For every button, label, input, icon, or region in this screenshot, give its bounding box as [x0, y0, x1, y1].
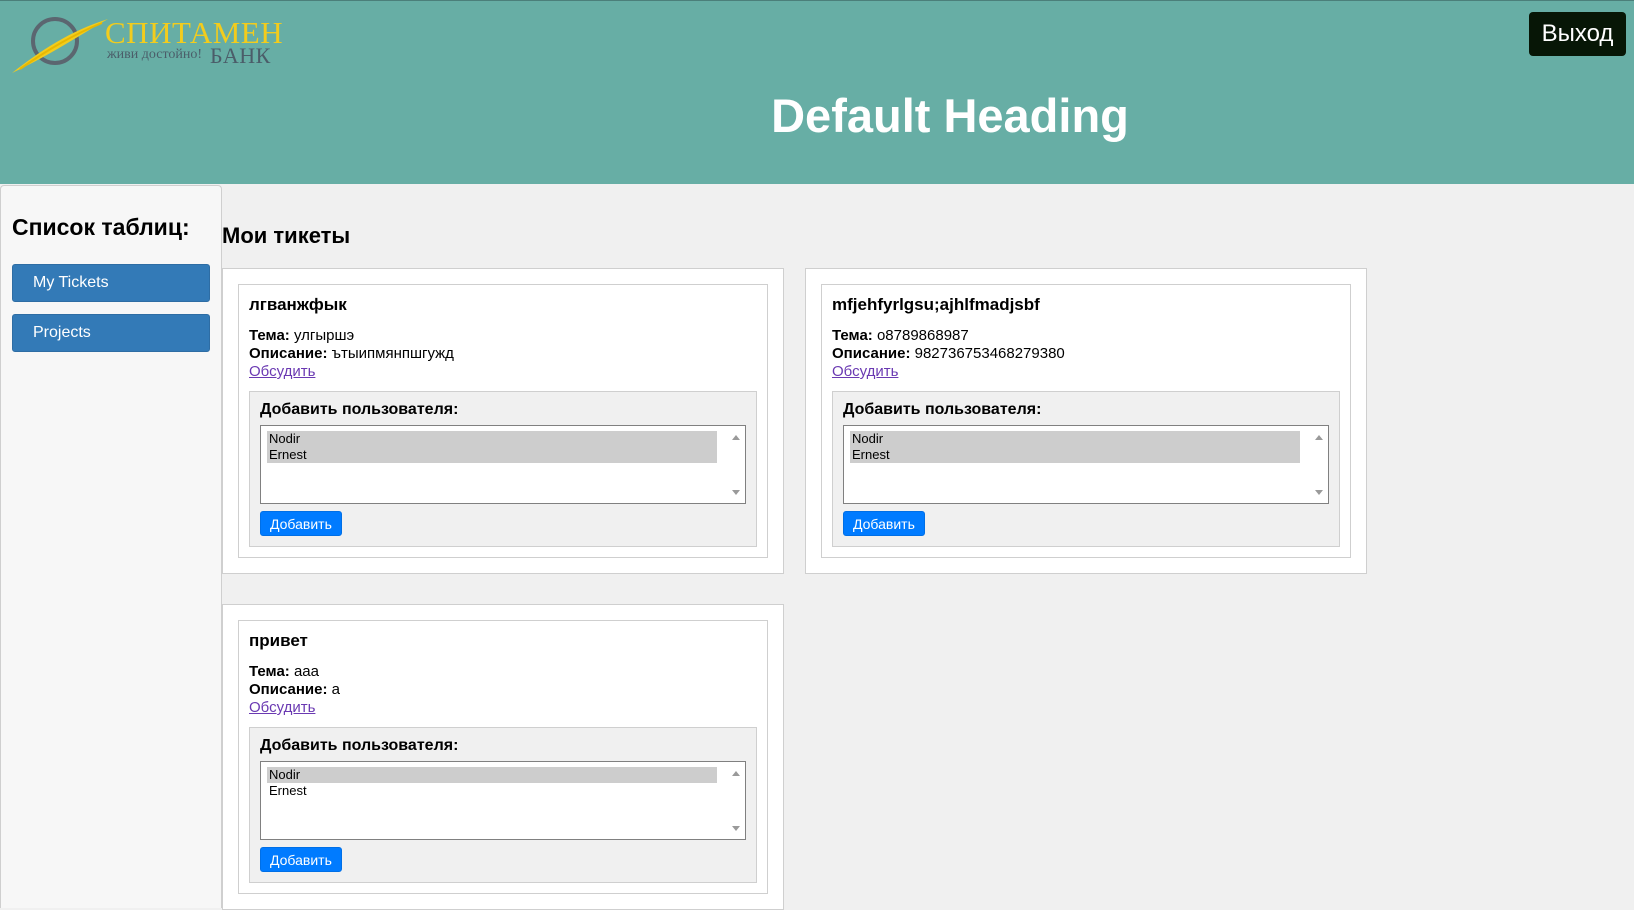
ticket-card: mfjehfyrlgsu;ajhlfmadjsbf Тема: o8789868… [805, 268, 1367, 574]
topic-label: Тема: [249, 663, 290, 680]
add-user-label: Добавить пользователя: [843, 401, 1042, 418]
sidebar-title: Список таблиц: [12, 214, 190, 240]
scroll-down-icon[interactable] [732, 490, 740, 495]
scroll-up-icon[interactable] [1315, 435, 1323, 440]
scroll-up-icon[interactable] [732, 771, 740, 776]
add-user-button[interactable]: Добавить [843, 511, 925, 536]
description-value: 982736753468279380 [914, 345, 1065, 362]
scroll-down-icon[interactable] [1315, 490, 1323, 495]
topic-value: aaa [293, 663, 319, 680]
user-option[interactable]: Nodir [850, 431, 1300, 447]
bank-logo[interactable]: СПИТАМЕН живи достойно! БАНК [10, 11, 283, 75]
topic-value: улгыршэ [293, 327, 355, 344]
ticket-topic: Тема: улгыршэ [249, 327, 757, 345]
discuss-link[interactable]: Обсудить [832, 363, 898, 381]
add-user-form: Добавить пользователя: Nodir Ernest Доба… [832, 391, 1340, 547]
discuss-link[interactable]: Обсудить [249, 363, 315, 381]
add-user-label: Добавить пользователя: [260, 737, 459, 754]
discuss-link[interactable]: Обсудить [249, 699, 315, 717]
ticket-card-body: привет Тема: aaa Описание: a Обсудить До… [238, 620, 768, 894]
logout-button[interactable]: Выход [1529, 12, 1626, 56]
sidebar: Список таблиц: My Tickets Projects [0, 185, 222, 908]
user-select-list[interactable]: Nodir Ernest [260, 761, 746, 840]
user-select-list[interactable]: Nodir Ernest [843, 425, 1329, 504]
ticket-card-body: mfjehfyrlgsu;ajhlfmadjsbf Тема: o8789868… [821, 284, 1351, 558]
user-option[interactable]: Ernest [267, 783, 717, 799]
description-label: Описание: [249, 345, 328, 362]
ticket-title: mfjehfyrlgsu;ajhlfmadjsbf [832, 295, 1040, 314]
user-option[interactable]: Nodir [267, 431, 717, 447]
ticket-topic: Тема: o8789868987 [832, 327, 1340, 345]
topic-label: Тема: [249, 327, 290, 344]
description-value: ътыипмянпшгужд [331, 345, 454, 362]
user-option[interactable]: Ernest [267, 447, 717, 463]
ticket-topic: Тема: aaa [249, 663, 757, 681]
ticket-title: лгванжфык [249, 295, 347, 314]
scroll-down-icon[interactable] [732, 826, 740, 831]
description-label: Описание: [249, 681, 328, 698]
add-user-form: Добавить пользователя: Nodir Ernest Доба… [249, 391, 757, 547]
ticket-description: Описание: ътыипмянпшгужд [249, 345, 757, 363]
ticket-title: привет [249, 631, 308, 650]
app-header: СПИТАМЕН живи достойно! БАНК Default Hea… [0, 0, 1634, 184]
description-value: a [331, 681, 340, 698]
add-user-form: Добавить пользователя: Nodir Ernest Доба… [249, 727, 757, 883]
page-title: Default Heading [771, 89, 1129, 142]
topic-value: o8789868987 [876, 327, 969, 344]
logo-bank: БАНК [210, 43, 271, 68]
add-user-button[interactable]: Добавить [260, 847, 342, 872]
sidebar-item-projects[interactable]: Projects [12, 314, 210, 352]
description-label: Описание: [832, 345, 911, 362]
logo-emblem-icon [12, 17, 108, 73]
user-option[interactable]: Ernest [850, 447, 1300, 463]
ticket-description: Описание: 982736753468279380 [832, 345, 1340, 363]
logo-slogan: живи достойно! [107, 47, 203, 62]
ticket-description: Описание: a [249, 681, 757, 699]
user-option[interactable]: Nodir [267, 767, 717, 783]
topic-label: Тема: [832, 327, 873, 344]
sidebar-item-my-tickets[interactable]: My Tickets [12, 264, 210, 302]
scroll-up-icon[interactable] [732, 435, 740, 440]
ticket-card: лгванжфык Тема: улгыршэ Описание: ътыипм… [222, 268, 784, 574]
add-user-label: Добавить пользователя: [260, 401, 459, 418]
section-title: Мои тикеты [222, 223, 351, 248]
ticket-card-body: лгванжфык Тема: улгыршэ Описание: ътыипм… [238, 284, 768, 558]
ticket-card: привет Тема: aaa Описание: a Обсудить До… [222, 604, 784, 910]
add-user-button[interactable]: Добавить [260, 511, 342, 536]
user-select-list[interactable]: Nodir Ernest [260, 425, 746, 504]
